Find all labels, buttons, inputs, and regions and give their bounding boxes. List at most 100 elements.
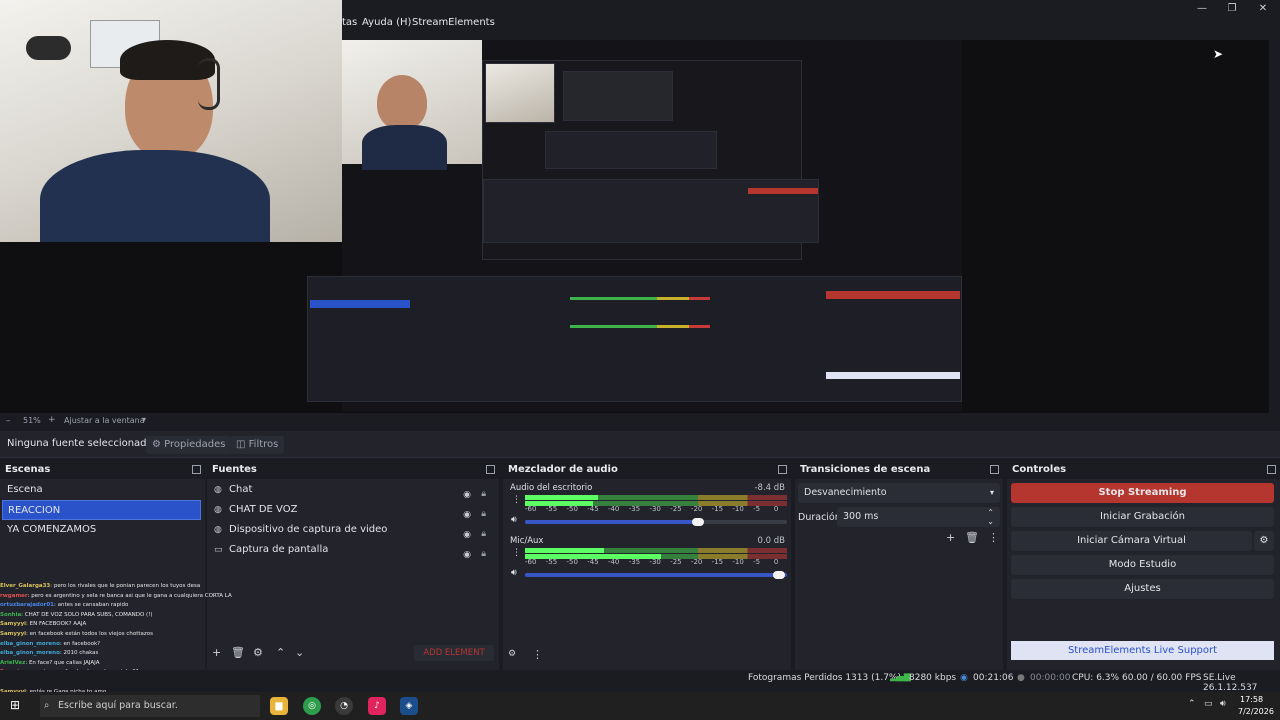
kebab-menu-icon[interactable]: ⋮ — [512, 495, 521, 505]
scale-tick: -20 — [690, 558, 703, 566]
trash-icon[interactable]: 🗑︎ — [231, 646, 245, 659]
speaker-icon[interactable]: 🔊︎ — [511, 568, 517, 578]
scene-item[interactable]: Escena — [2, 480, 201, 500]
dock-float-icon[interactable] — [990, 465, 999, 474]
stream-icon: ◉ — [960, 673, 968, 683]
add-element-button[interactable]: ADD ELEMENT — [414, 645, 494, 661]
scene-item[interactable]: YA COMENZAMOS — [2, 520, 201, 540]
trash-icon[interactable]: 🗑︎ — [965, 531, 979, 544]
kebab-menu-icon[interactable]: ⋮ — [512, 548, 521, 558]
scale-tick: 0 — [773, 505, 779, 513]
scale-tick: -20 — [690, 505, 703, 513]
gear-icon[interactable]: ⚙ — [253, 646, 263, 659]
volume-slider[interactable] — [525, 571, 787, 579]
zoom-out-button[interactable]: – — [6, 416, 11, 426]
menu-item-streamelements[interactable]: StreamElements — [412, 17, 495, 28]
scale-tick: -15 — [711, 558, 724, 566]
transition-select[interactable]: Desvanecimiento ▾ — [798, 483, 1000, 503]
windows-start-icon[interactable]: ⊞ — [10, 698, 20, 712]
obs-icon[interactable]: ◔ — [335, 697, 353, 715]
chat-text: : pero es argentino y sela re banca asi … — [27, 592, 232, 599]
chat-username: Samyyyi — [0, 630, 27, 637]
start-recording-button[interactable]: Iniciar Grabación — [1011, 507, 1274, 527]
gear-icon[interactable]: ⚙ — [1254, 531, 1274, 551]
speaker-icon[interactable]: 🔊︎ — [511, 515, 517, 525]
maximize-button[interactable]: ❐ — [1221, 2, 1243, 16]
chat-text: : CHAT DE VOZ SOLO PARA SUBS, COMANDO (!… — [21, 611, 153, 618]
filters-button[interactable]: ◫ Filtros — [230, 436, 285, 454]
close-button[interactable]: ✕ — [1252, 2, 1274, 16]
channel-name: Audio del escritorio — [510, 483, 593, 493]
camera-icon: ◍ — [214, 525, 222, 535]
stepper-down-icon[interactable]: ⌄ — [987, 512, 994, 532]
add-transition-icon[interactable]: + — [946, 531, 955, 544]
source-toolbar: Ninguna fuente seleccionad ⚙ Propiedades… — [0, 431, 1280, 458]
tiktok-icon[interactable]: ♪ — [368, 697, 386, 715]
nested-webcam — [342, 40, 482, 170]
source-item[interactable]: ◍ Chat ◉ 🔒︎ — [209, 480, 495, 500]
tray-chevron-icon[interactable]: ⌃ — [1188, 699, 1196, 709]
chat-username: Sonhia — [0, 611, 22, 618]
source-item[interactable]: ▭ Captura de pantalla ◉ 🔒︎ — [209, 540, 495, 560]
scale-tick: -5 — [753, 558, 761, 566]
scale-tick: -30 — [649, 505, 661, 513]
webcam-feed — [0, 0, 342, 242]
meter-fill — [525, 495, 599, 500]
chat-message: rwgamer: pero es argentino y sela re ban… — [0, 592, 232, 602]
chat-message: Sonhia: CHAT DE VOZ SOLO PARA SUBS, COMA… — [0, 611, 232, 621]
move-down-icon[interactable]: ⌄ — [295, 646, 304, 659]
scale-tick: -35 — [628, 558, 641, 566]
dock-float-icon[interactable] — [192, 465, 201, 474]
status-bar: Fotogramas Perdidos 1313 (1.7%) ▂▄▆ 8280… — [0, 670, 1280, 693]
live-support-button[interactable]: StreamElements Live Support — [1011, 641, 1274, 660]
chrome-icon[interactable]: ◎ — [303, 697, 321, 715]
dock-float-icon[interactable] — [486, 465, 495, 474]
network-icon[interactable]: ▭ — [1204, 699, 1213, 709]
duration-input[interactable]: 300 ms ⌃ ⌄ — [837, 507, 1000, 527]
scale-tick: -60 — [525, 558, 537, 566]
stop-streaming-button[interactable]: Stop Streaming — [1011, 483, 1274, 503]
virtual-camera-button[interactable]: Iniciar Cámara Virtual — [1011, 531, 1252, 551]
controls-dock: Controles Stop Streaming Iniciar Grabaci… — [1007, 461, 1280, 670]
scale-tick: -10 — [732, 505, 744, 513]
settings-button[interactable]: Ajustes — [1011, 579, 1274, 599]
fit-to-window[interactable]: Ajustar a la ventana — [64, 416, 145, 425]
chevron-down-icon[interactable]: ▾ — [142, 415, 146, 424]
scene-item-selected[interactable]: REACCION — [2, 500, 201, 520]
file-explorer-icon[interactable]: ▆ — [270, 697, 288, 715]
zoom-level: 51% — [23, 416, 41, 425]
dropped-frames: Fotogramas Perdidos 1313 (1.7%) — [748, 673, 901, 683]
scale-tick: -25 — [670, 505, 682, 513]
chat-username: ArielVez — [0, 659, 26, 666]
steam-icon[interactable]: ◈ — [400, 697, 418, 715]
volume-icon[interactable]: 🔊︎ — [1220, 699, 1226, 709]
search-input[interactable]: ⌕ Escribe aquí para buscar. — [40, 695, 260, 717]
source-item[interactable]: ◍ Dispositivo de captura de video ◉ 🔒︎ — [209, 520, 495, 540]
kebab-menu-icon[interactable]: ⋮ — [988, 531, 999, 544]
source-item[interactable]: ◍ CHAT DE VOZ ◉ 🔒︎ — [209, 500, 495, 520]
move-up-icon[interactable]: ⌃ — [276, 646, 285, 659]
zoom-in-button[interactable]: + — [48, 415, 56, 425]
volume-slider[interactable] — [525, 518, 787, 526]
menu-item-help[interactable]: Ayuda (H) — [362, 17, 411, 28]
minimize-button[interactable]: — — [1191, 2, 1213, 16]
mouse-cursor-icon: ➤ — [1213, 47, 1224, 61]
dock-float-icon[interactable] — [1267, 465, 1276, 474]
clock-date: 7/2/2026 — [1238, 707, 1274, 716]
lock-icon[interactable]: 🔒︎ — [481, 544, 486, 564]
chat-text: : 2010 chakas — [59, 650, 99, 657]
dock-float-icon[interactable] — [778, 465, 787, 474]
scale-tick: -15 — [711, 505, 724, 513]
channel-name: Mic/Aux — [510, 536, 544, 546]
studio-mode-button[interactable]: Modo Estudio — [1011, 555, 1274, 575]
properties-button[interactable]: ⚙ Propiedades — [146, 436, 232, 454]
scale-tick: -35 — [628, 505, 641, 513]
kebab-menu-icon[interactable]: ⋮ — [532, 648, 543, 661]
chat-username: Elver_Galarga33 — [0, 583, 51, 589]
chat-message: Samyyyi: EN FACEBOOK? AAJA — [0, 620, 232, 630]
scale-tick: -45 — [587, 558, 599, 566]
menu-item-tools[interactable]: tas — [342, 17, 357, 28]
mixer-settings-icon[interactable]: ⚙ — [508, 649, 516, 659]
eye-icon[interactable]: ◉ — [463, 545, 471, 565]
chat-text: : antes se cansaban rapido — [54, 602, 129, 609]
